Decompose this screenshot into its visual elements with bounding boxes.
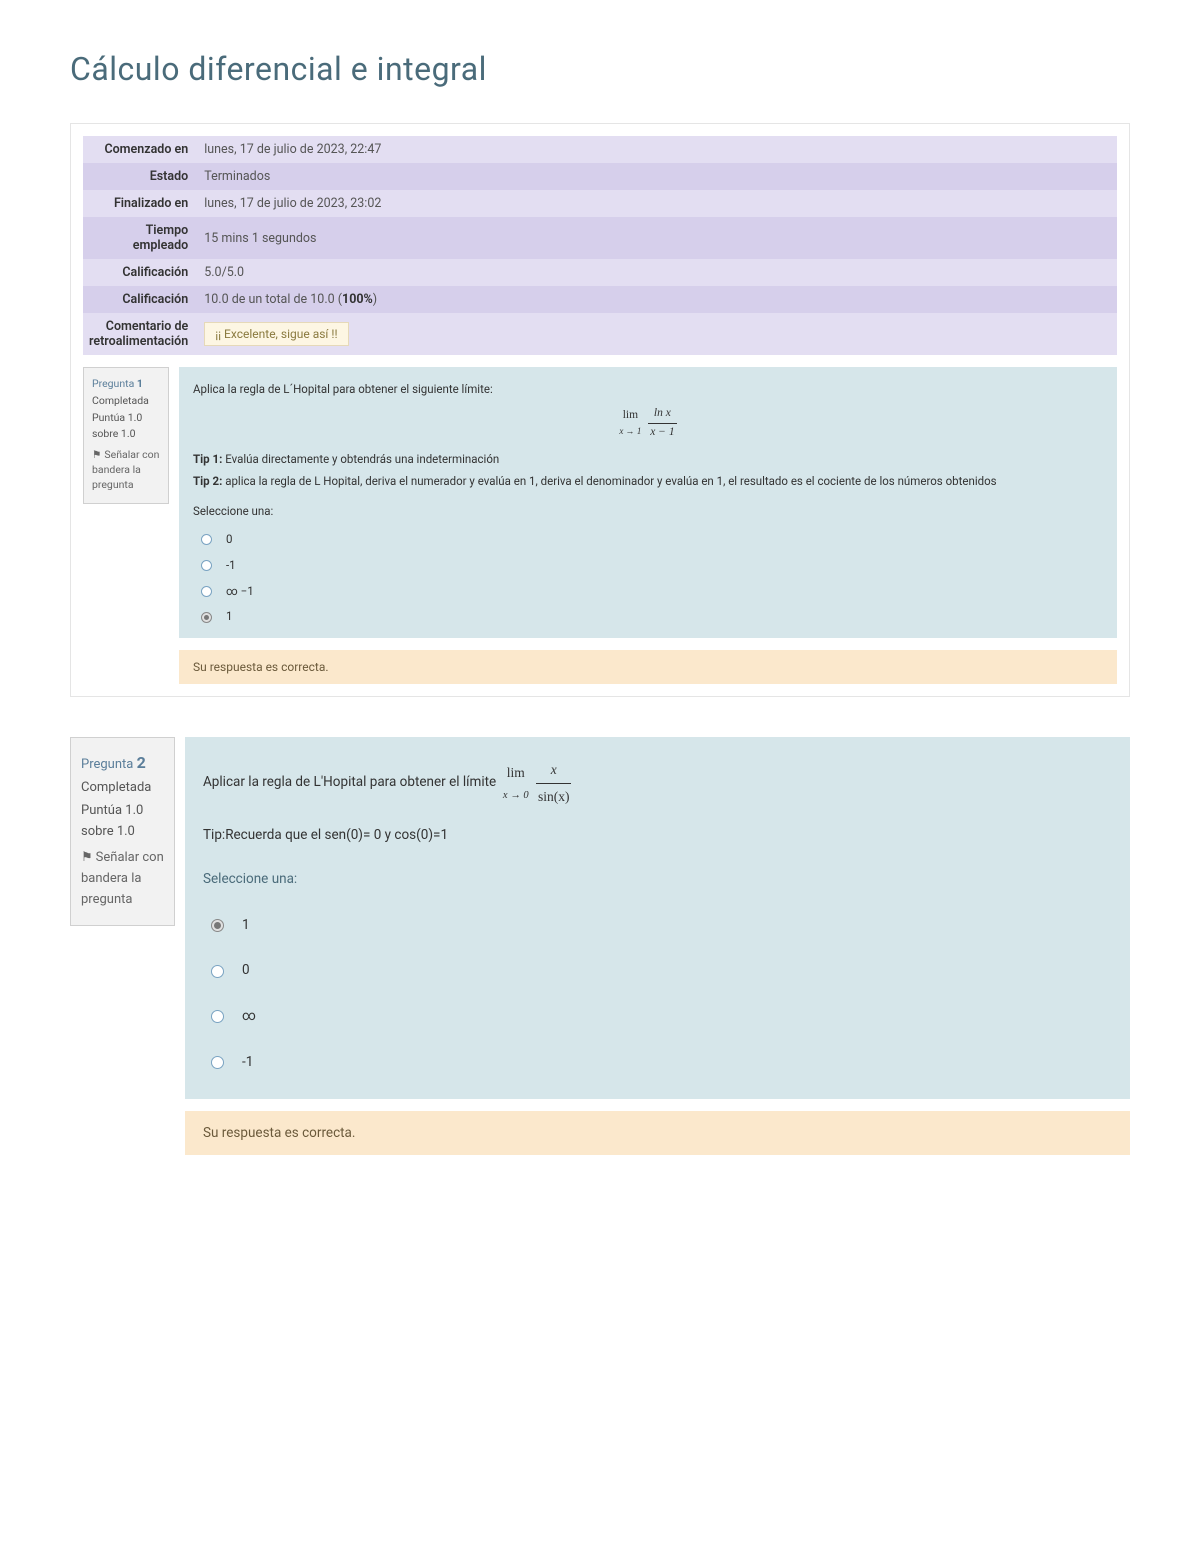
summary-label: Finalizado en <box>83 190 196 217</box>
question-prompt: Aplicar la regla de L'Hopital para obten… <box>203 757 1112 809</box>
page-title: Cálculo diferencial e integral <box>70 50 1130 88</box>
answer-feedback-2: Su respuesta es correcta. <box>185 1111 1130 1155</box>
question-block-2: Pregunta 2 Completada Puntúa 1.0 sobre 1… <box>70 737 1130 1099</box>
summary-value: ¡¡ Excelente, sigue así !! <box>196 313 1117 355</box>
select-one-label: Seleccione una: <box>193 503 1103 521</box>
option-row[interactable]: -1 <box>203 1040 1112 1086</box>
option-row[interactable]: ∞ <box>203 994 1112 1040</box>
select-one-label: Seleccione una: <box>203 867 1112 893</box>
radio-icon[interactable] <box>201 586 212 597</box>
summary-table: Comenzado enlunes, 17 de julio de 2023, … <box>83 136 1117 355</box>
summary-value: Terminados <box>196 163 1117 190</box>
question-block-1: Pregunta 1 Completada Puntúa 1.0 sobre 1… <box>83 367 1117 638</box>
option-label: 0 <box>242 958 250 984</box>
question-label: Pregunta 2 <box>81 757 146 772</box>
feedback-comment: ¡¡ Excelente, sigue así !! <box>204 322 348 346</box>
summary-row: Finalizado enlunes, 17 de julio de 2023,… <box>83 190 1117 217</box>
flag-question-link[interactable]: ⚑Señalar con bandera la pregunta <box>81 848 164 910</box>
question-info-2: Pregunta 2 Completada Puntúa 1.0 sobre 1… <box>70 737 175 926</box>
question-options-2: 1 0 ∞ -1 <box>203 903 1112 1086</box>
flag-icon: ⚑ <box>92 447 101 462</box>
option-label: 1 <box>226 608 232 626</box>
answer-feedback-1: Su respuesta es correcta. <box>179 650 1117 684</box>
summary-label: Estado <box>83 163 196 190</box>
question-state: Completada <box>81 778 164 799</box>
summary-row: EstadoTerminados <box>83 163 1117 190</box>
flag-icon: ⚑ <box>81 848 93 869</box>
question-tip: Tip:Recuerda que el sen(0)= 0 y cos(0)=1 <box>203 823 1112 849</box>
option-row[interactable]: 1 <box>203 903 1112 949</box>
radio-icon[interactable] <box>211 1010 224 1023</box>
summary-row: Comentario de retroalimentación ¡¡ Excele… <box>83 313 1117 355</box>
radio-icon[interactable] <box>201 612 212 623</box>
radio-icon[interactable] <box>211 919 224 932</box>
question-prompt: Aplica la regla de L´Hopital para obtene… <box>193 381 1103 399</box>
summary-row: Comenzado enlunes, 17 de julio de 2023, … <box>83 136 1117 163</box>
summary-label: Comentario de retroalimentación <box>83 313 196 355</box>
option-row[interactable]: -1 <box>193 553 1103 579</box>
flag-question-link[interactable]: ⚑Señalar con bandera la pregunta <box>92 447 160 493</box>
summary-value: 5.0/5.0 <box>196 259 1117 286</box>
question-formula: limx → 1 ln xx − 1 <box>193 405 1103 442</box>
option-label: 1 <box>242 913 250 939</box>
summary-value: 10.0 de un total de 10.0 (100%) <box>196 286 1117 313</box>
summary-value: lunes, 17 de julio de 2023, 23:02 <box>196 190 1117 217</box>
quiz-summary-card: Comenzado enlunes, 17 de julio de 2023, … <box>70 123 1130 697</box>
question-label: Pregunta 1 <box>92 377 143 390</box>
option-label: -1 <box>226 557 236 575</box>
question-tip-2: Tip 2: aplica la regla de L Hopital, der… <box>193 473 1103 491</box>
option-row[interactable]: 0 <box>203 948 1112 994</box>
option-label: ∞ −1 <box>226 583 254 601</box>
summary-value: lunes, 17 de julio de 2023, 22:47 <box>196 136 1117 163</box>
question-info-1: Pregunta 1 Completada Puntúa 1.0 sobre 1… <box>83 367 169 504</box>
option-row[interactable]: 1 <box>193 604 1103 630</box>
question-score: Puntúa 1.0 sobre 1.0 <box>81 801 164 843</box>
summary-label: Calificación <box>83 286 196 313</box>
summary-row: Calificación5.0/5.0 <box>83 259 1117 286</box>
summary-value: 15 mins 1 segundos <box>196 217 1117 259</box>
question-options-1: 0 -1 ∞ −1 1 <box>193 527 1103 630</box>
question-state: Completada <box>92 393 160 408</box>
question-tip-1: Tip 1: Evalúa directamente y obtendrás u… <box>193 451 1103 469</box>
question-content-1: Aplica la regla de L´Hopital para obtene… <box>179 367 1117 638</box>
radio-icon[interactable] <box>211 965 224 978</box>
radio-icon[interactable] <box>201 534 212 545</box>
summary-label: Calificación <box>83 259 196 286</box>
option-label: ∞ <box>242 1004 256 1030</box>
radio-icon[interactable] <box>211 1056 224 1069</box>
summary-label: Comenzado en <box>83 136 196 163</box>
question-score: Puntúa 1.0 sobre 1.0 <box>92 410 160 440</box>
option-label: 0 <box>226 531 232 549</box>
summary-row: Tiempo empleado15 mins 1 segundos <box>83 217 1117 259</box>
summary-row: Calificación10.0 de un total de 10.0 (10… <box>83 286 1117 313</box>
question-content-2: Aplicar la regla de L'Hopital para obten… <box>185 737 1130 1099</box>
option-row[interactable]: 0 <box>193 527 1103 553</box>
summary-label: Tiempo empleado <box>83 217 196 259</box>
radio-icon[interactable] <box>201 560 212 571</box>
option-label: -1 <box>242 1050 253 1076</box>
option-row[interactable]: ∞ −1 <box>193 579 1103 605</box>
